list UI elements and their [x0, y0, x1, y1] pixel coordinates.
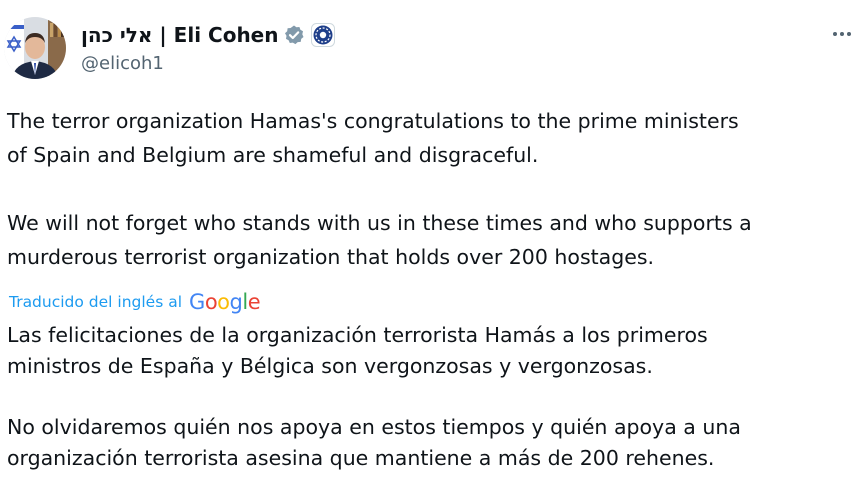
tweet-line: We will not forget who stands with us in…	[7, 211, 752, 235]
translation-line: organización terrorista asesina que mant…	[7, 445, 715, 470]
tweet-header: אלי כהן | Eli Cohen @elicoh1	[0, 0, 854, 90]
government-affiliate-icon[interactable]	[311, 23, 336, 47]
translation-line: Las felicitaciones de la organización te…	[7, 323, 708, 347]
translated-from-link[interactable]: Traducido del inglés al	[9, 293, 182, 311]
translation-line: ministros de España y Bélgica son vergon…	[7, 353, 653, 378]
more-options-icon[interactable]	[826, 20, 854, 48]
tweet-line: The terror organization Hamas's congratu…	[7, 109, 739, 133]
tweet-body: The terror organization Hamas's congratu…	[7, 104, 853, 274]
google-logo: Google	[189, 290, 261, 314]
tweet-line: murderous terrorist organization that ho…	[7, 245, 655, 269]
display-name[interactable]: אלי כהן | Eli Cohen	[81, 23, 278, 47]
translated-body: Las felicitaciones de la organización te…	[7, 320, 853, 473]
tweet-line: of Spain and Belgium are shameful and di…	[7, 143, 539, 167]
profile-photo-icon	[4, 17, 66, 79]
author-name-row: אלי כהן | Eli Cohen	[81, 21, 336, 49]
translation-line: No olvidaremos quién nos apoya en estos …	[7, 415, 741, 439]
avatar[interactable]	[4, 17, 66, 79]
translation-attribution: Traducido del inglés al Google	[9, 288, 261, 316]
author-handle[interactable]: @elicoh1	[81, 53, 164, 74]
verified-badge-icon[interactable]	[283, 24, 305, 46]
